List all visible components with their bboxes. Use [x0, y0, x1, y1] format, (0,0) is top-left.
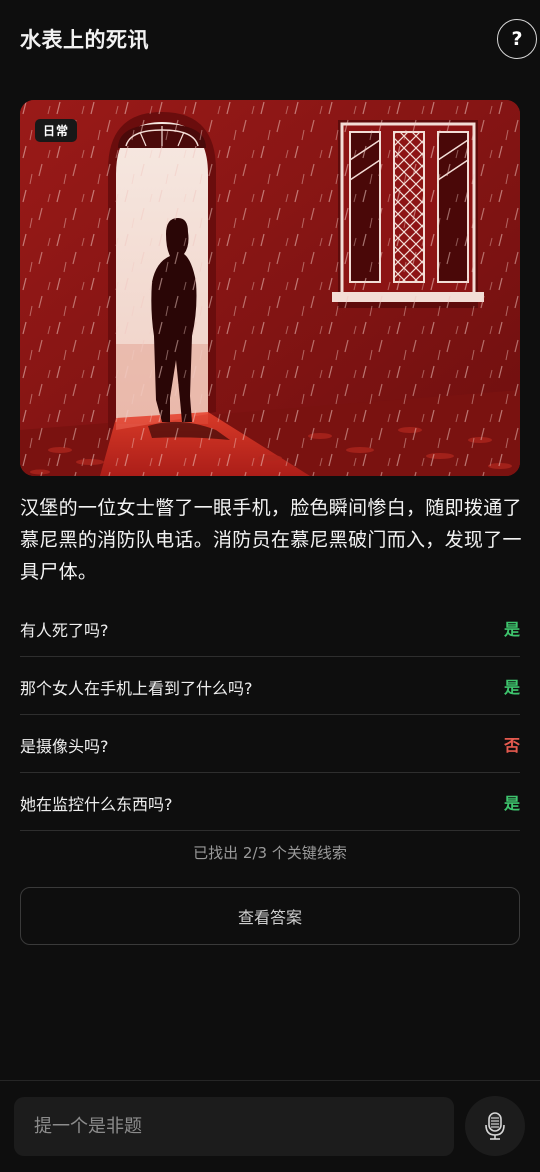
story-text: 汉堡的一位女士瞥了一眼手机，脸色瞬间惨白，随即拨通了慕尼黑的消防队电话。消防员在… [20, 497, 522, 583]
question-text: 有人死了吗? [20, 621, 109, 640]
question-row: 有人死了吗? 是 [20, 599, 520, 657]
answer-badge: 是 [503, 794, 520, 813]
question-icon: ? [511, 28, 523, 50]
help-button[interactable]: ? [497, 19, 537, 59]
microphone-icon [485, 1112, 505, 1140]
microphone-button[interactable] [465, 1096, 525, 1156]
reveal-answer-button[interactable]: 查看答案 [20, 887, 520, 945]
question-text: 那个女人在手机上看到了什么吗? [20, 679, 253, 698]
input-bar [0, 1080, 540, 1172]
question-list: 有人死了吗? 是 那个女人在手机上看到了什么吗? 是 是摄像头吗? 否 她在监控… [20, 599, 520, 831]
question-input[interactable] [14, 1097, 454, 1156]
header: 水表上的死讯 ? [0, 0, 540, 84]
answer-badge: 是 [503, 620, 520, 639]
question-row: 她在监控什么东西吗? 是 [20, 773, 520, 831]
category-tag: 日常 [35, 119, 78, 142]
question-text: 她在监控什么东西吗? [20, 795, 173, 814]
question-row: 是摄像头吗? 否 [20, 715, 520, 773]
question-text: 是摄像头吗? [20, 737, 109, 756]
answer-badge: 否 [503, 736, 520, 755]
story-illustration: 日常 [20, 100, 520, 476]
answer-badge: 是 [503, 678, 520, 697]
rainy-doorway-illustration [20, 100, 520, 476]
question-row: 那个女人在手机上看到了什么吗? 是 [20, 657, 520, 715]
page-title: 水表上的死讯 [20, 28, 149, 52]
clue-progress: 已找出 2/3 个关键线索 [193, 844, 347, 862]
